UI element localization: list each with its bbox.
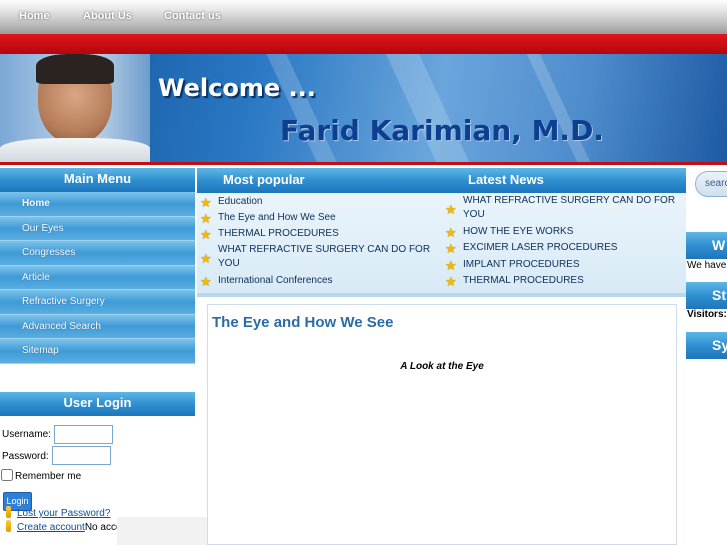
- menu-item-home[interactable]: Home: [0, 192, 195, 217]
- content-lists-panel: ★ Education ★ The Eye and How We See ★ THER…: [197, 193, 686, 297]
- nav-about-link[interactable]: About Us: [83, 10, 132, 22]
- list-item[interactable]: ★ WHAT REFRACTIVE SURGERY CAN DO FOR YOU: [200, 243, 435, 271]
- star-icon: ★: [200, 227, 212, 242]
- list-item[interactable]: ★ EXCIMER LASER PROCEDURES: [445, 241, 680, 255]
- list-item[interactable]: ★ THERMAL PROCEDURES: [445, 274, 680, 288]
- menu-item-our-eyes[interactable]: Our Eyes: [0, 216, 195, 241]
- latest-news-heading: Latest News: [442, 168, 686, 193]
- sidebar-filler: [117, 517, 207, 545]
- main-menu-list: Home Our Eyes Congresses Article Refract…: [0, 192, 195, 364]
- top-navigation: Home About Us Contact us: [0, 0, 727, 34]
- content-header-bar: Most popular Latest News: [197, 168, 686, 193]
- menu-item-sitemap[interactable]: Sitemap: [0, 339, 195, 364]
- list-item[interactable]: ★ THERMAL PROCEDURES: [200, 227, 435, 241]
- key-icon: [6, 520, 11, 532]
- username-input[interactable]: [54, 425, 113, 444]
- visitors-label: Visitors:: [687, 309, 727, 320]
- menu-item-advanced-search[interactable]: Advanced Search: [0, 314, 195, 339]
- password-input[interactable]: [52, 446, 111, 465]
- header-banner: Welcome ... Farid Karimian, M.D.: [0, 54, 727, 164]
- banner-welcome-text: Welcome ...: [158, 74, 316, 102]
- banner-doctor-name: Farid Karimian, M.D.: [280, 114, 604, 147]
- list-item[interactable]: ★ International Conferences: [200, 274, 435, 288]
- banner-divider: [0, 162, 727, 165]
- nav-home-link[interactable]: Home: [19, 10, 50, 22]
- list-item[interactable]: ★ The Eye and How We See: [200, 211, 435, 225]
- star-icon: ★: [445, 274, 457, 289]
- whos-online-heading: W: [686, 232, 727, 259]
- star-icon: ★: [445, 241, 457, 256]
- menu-item-refractive-surgery[interactable]: Refractive Surgery: [0, 290, 195, 315]
- star-icon: ★: [445, 202, 457, 217]
- user-login-heading: User Login: [0, 392, 195, 416]
- star-icon: ★: [200, 211, 212, 226]
- nav-contact-link[interactable]: Contact us: [164, 10, 221, 22]
- article-panel: The Eye and How We See A Look at the Eye: [207, 304, 677, 545]
- list-item[interactable]: ★ IMPLANT PROCEDURES: [445, 258, 680, 272]
- list-item[interactable]: ★ HOW THE EYE WORKS: [445, 225, 680, 239]
- star-icon: ★: [445, 225, 457, 240]
- remember-me-label: Remember me: [15, 471, 82, 482]
- article-subtitle: A Look at the Eye: [400, 361, 484, 372]
- article-title[interactable]: The Eye and How We See: [212, 314, 393, 331]
- left-sidebar: Main Menu Home Our Eyes Congresses Artic…: [0, 168, 195, 545]
- red-header-bar: [0, 34, 727, 54]
- search-input[interactable]: search...: [695, 171, 727, 197]
- most-popular-heading: Most popular: [197, 168, 442, 193]
- whos-online-text: We have: [687, 260, 727, 271]
- lost-password-link[interactable]: Lost your Password?: [17, 508, 110, 519]
- remember-me-checkbox[interactable]: [1, 469, 13, 481]
- syndicate-heading: Sy: [686, 332, 727, 359]
- main-menu-heading: Main Menu: [0, 168, 195, 192]
- statistics-heading: St: [686, 282, 727, 309]
- star-icon: ★: [445, 258, 457, 273]
- create-account-link[interactable]: Create account: [17, 522, 85, 533]
- doctor-photo: [0, 54, 150, 164]
- username-label: Username:: [2, 429, 51, 440]
- list-item[interactable]: ★ Education: [200, 195, 435, 209]
- star-icon: ★: [200, 195, 212, 210]
- right-sidebar: search... W We have St Visitors: Sy: [686, 168, 727, 545]
- star-icon: ★: [200, 251, 212, 266]
- password-label: Password:: [2, 451, 49, 462]
- menu-item-congresses[interactable]: Congresses: [0, 241, 195, 266]
- menu-item-article[interactable]: Article: [0, 265, 195, 290]
- list-item[interactable]: ★ WHAT REFRACTIVE SURGERY CAN DO FOR YOU: [445, 194, 680, 222]
- key-icon: [6, 506, 11, 518]
- star-icon: ★: [200, 274, 212, 289]
